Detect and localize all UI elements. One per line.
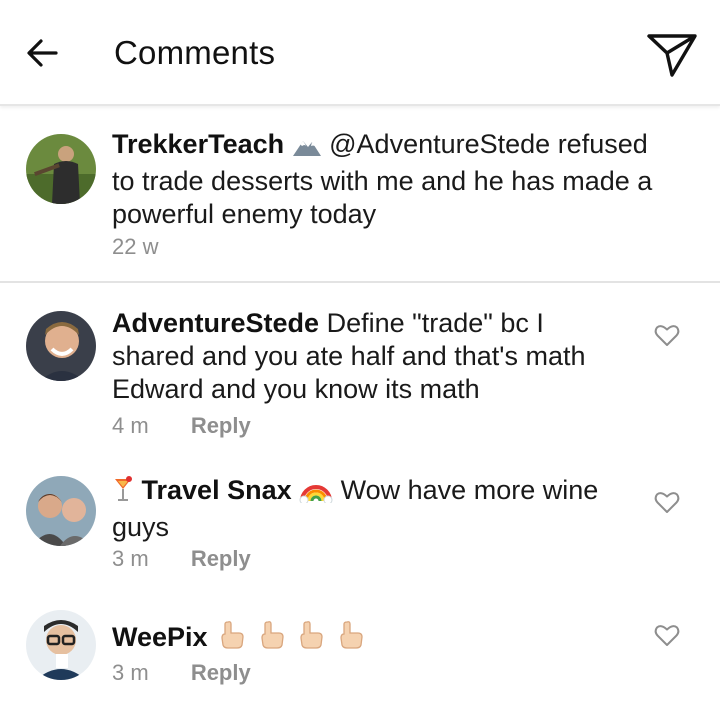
reply-button[interactable]: Reply <box>191 660 251 685</box>
page-title: Comments <box>114 34 276 71</box>
comment-text: AdventureStede Define "trade" bc I share… <box>112 307 612 406</box>
timestamp: 22 w <box>112 234 159 259</box>
pointing-up-emoji-icon <box>215 620 247 658</box>
mountain-emoji-icon <box>292 132 322 165</box>
comment-meta: 3 m Reply <box>112 546 251 572</box>
comment-meta: 4 m Reply <box>112 413 251 439</box>
timestamp: 4 m <box>112 413 149 438</box>
comment-username[interactable]: Travel Snax <box>142 475 292 505</box>
caption-text: TrekkerTeach @AdventureStede refused to … <box>112 128 672 231</box>
comment-text: WeePix <box>112 620 672 658</box>
avatar[interactable] <box>26 134 96 204</box>
heart-icon[interactable] <box>654 323 680 347</box>
timestamp: 3 m <box>112 546 149 571</box>
arrow-left-icon[interactable] <box>22 33 62 73</box>
divider <box>0 281 720 283</box>
rainbow-emoji-icon <box>299 477 333 511</box>
comment-text: Travel Snax Wow have more wine guys <box>112 474 622 544</box>
avatar[interactable] <box>26 610 96 680</box>
pointing-up-emoji-icon <box>294 620 326 658</box>
avatar[interactable] <box>26 311 96 381</box>
heart-icon[interactable] <box>654 490 680 514</box>
cocktail-emoji-icon <box>112 475 134 511</box>
caption-username[interactable]: TrekkerTeach <box>112 129 284 159</box>
pointing-up-emoji-group <box>215 621 366 652</box>
comment-username[interactable]: WeePix <box>112 622 208 652</box>
reply-button[interactable]: Reply <box>191 413 251 438</box>
heart-icon[interactable] <box>654 623 680 647</box>
comment-meta: 3 m Reply <box>112 660 251 686</box>
caption-meta: 22 w <box>112 234 158 260</box>
paper-plane-icon[interactable] <box>644 28 700 80</box>
pointing-up-emoji-icon <box>334 620 366 658</box>
reply-button[interactable]: Reply <box>191 546 251 571</box>
comments-header: Comments <box>0 0 720 106</box>
avatar[interactable] <box>26 476 96 546</box>
timestamp: 3 m <box>112 660 149 685</box>
comment-username[interactable]: AdventureStede <box>112 308 319 338</box>
pointing-up-emoji-icon <box>255 620 287 658</box>
